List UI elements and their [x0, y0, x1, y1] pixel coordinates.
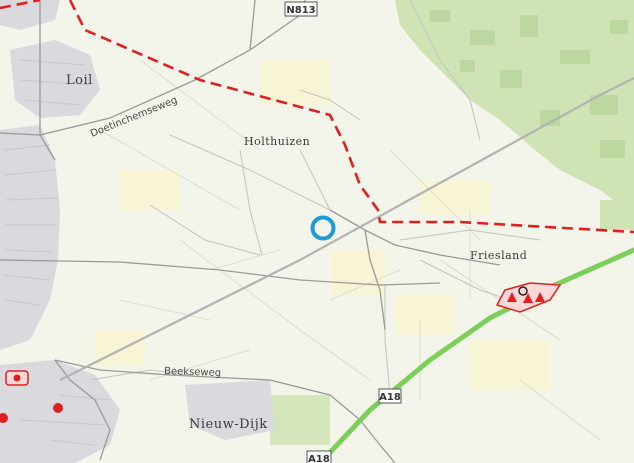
svg-text:N813: N813	[286, 5, 315, 16]
map-canvas[interactable]: Loil Holthuizen Friesland Nieuw-Dijk Doe…	[0, 0, 634, 463]
place-label-loil: Loil	[66, 73, 93, 88]
hazard-point-icon	[53, 403, 63, 413]
street-label-beekseweg: Beekseweg	[164, 366, 221, 379]
svg-text:A18: A18	[379, 392, 401, 403]
hazard-point-icon	[13, 374, 21, 382]
place-label-holthuizen: Holthuizen	[244, 135, 310, 148]
svg-text:A18: A18	[308, 454, 330, 463]
road-shield-n813: N813	[284, 1, 318, 17]
road-shield-a18-upper: A18	[378, 388, 402, 404]
place-label-friesland: Friesland	[470, 249, 527, 262]
place-label-nieuw-dijk: Nieuw-Dijk	[189, 417, 268, 432]
road-shield-a18-lower: A18	[306, 450, 332, 463]
